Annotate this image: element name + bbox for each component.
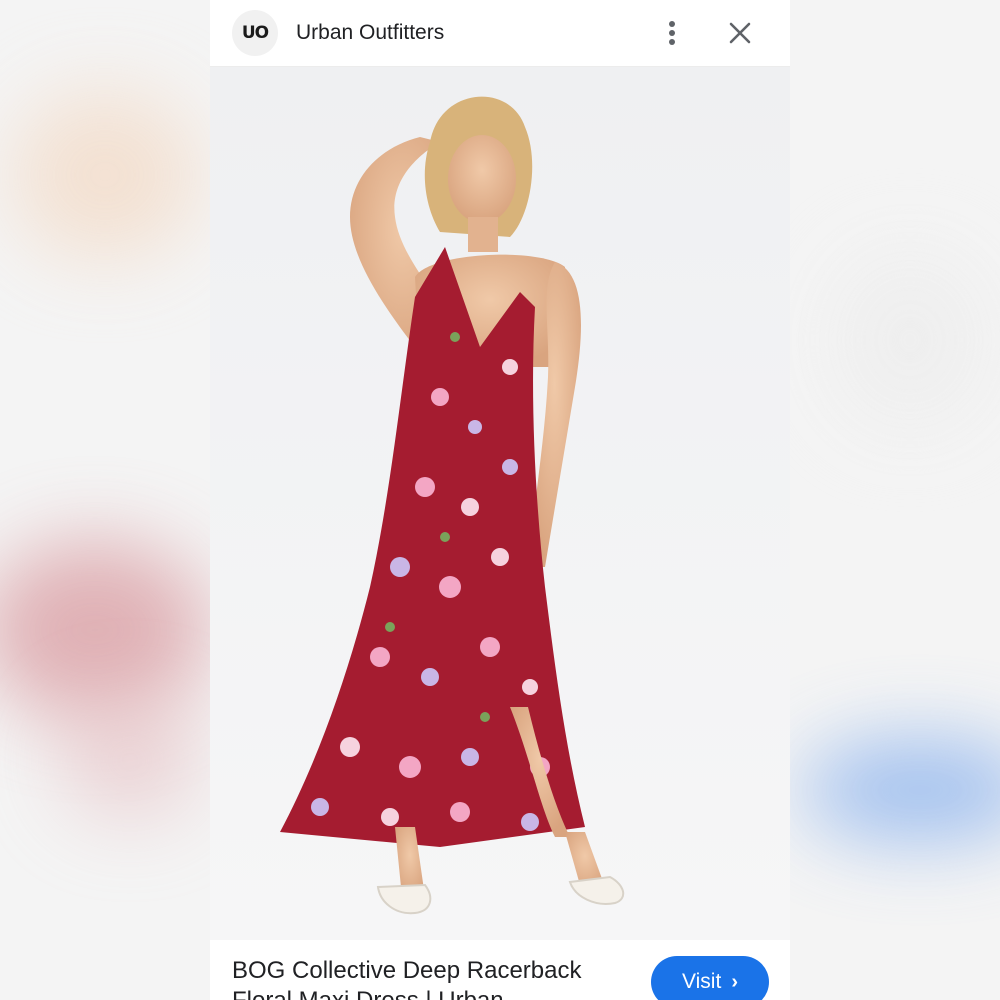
backdrop-blob xyxy=(830,250,990,430)
backdrop-blob xyxy=(10,90,200,260)
chevron-right-icon: › xyxy=(731,970,738,993)
backdrop-blob xyxy=(0,540,210,720)
product-image[interactable] xyxy=(210,67,790,940)
backdrop-blob xyxy=(60,700,200,820)
close-icon xyxy=(729,22,751,44)
product-photo-illustration xyxy=(280,96,625,915)
preview-header: UO Urban Outfitters xyxy=(210,0,790,67)
more-options-button[interactable] xyxy=(652,13,692,53)
backdrop-blob xyxy=(800,740,1000,840)
viewport: UO Urban Outfitters BOG Collective Deep … xyxy=(0,0,1000,1000)
close-button[interactable] xyxy=(720,13,760,53)
more-vert-icon xyxy=(669,21,675,45)
image-preview-card: UO Urban Outfitters BOG Collective Deep … xyxy=(210,0,790,1000)
visit-label: Visit xyxy=(682,970,722,993)
visit-button[interactable]: Visit › xyxy=(651,956,769,1000)
site-avatar[interactable]: UO xyxy=(232,10,278,56)
product-title[interactable]: BOG Collective Deep Racerback Floral Max… xyxy=(232,956,632,1000)
site-name[interactable]: Urban Outfitters xyxy=(296,21,444,45)
header-actions xyxy=(652,13,760,53)
preview-footer: BOG Collective Deep Racerback Floral Max… xyxy=(210,940,790,1000)
